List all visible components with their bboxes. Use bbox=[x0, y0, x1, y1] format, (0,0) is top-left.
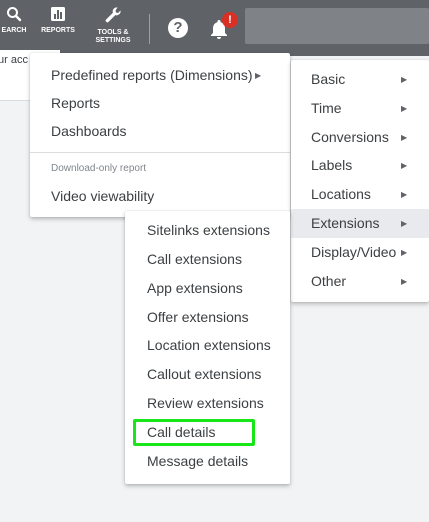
menu-item-message-details[interactable]: Message details bbox=[125, 447, 290, 476]
submenu-arrow-icon: ▶ bbox=[401, 133, 408, 142]
menu-item-label: Labels bbox=[311, 157, 353, 173]
menu-item-label: Review extensions bbox=[147, 395, 264, 411]
submenu-arrow-icon: ▶ bbox=[401, 219, 408, 228]
menu-item-label: Extensions bbox=[311, 215, 380, 231]
menu-item-label: Callout extensions bbox=[147, 366, 262, 382]
menu-item-label: App extensions bbox=[147, 280, 243, 296]
help-icon[interactable]: ? bbox=[168, 18, 188, 38]
menu-item-labels[interactable]: Labels ▶ bbox=[291, 151, 429, 180]
topbar-divider bbox=[149, 14, 150, 44]
reports-nav-button[interactable]: REPORTS bbox=[38, 6, 78, 35]
notification-badge: ! bbox=[222, 12, 238, 28]
search-nav-button[interactable]: EARCH bbox=[0, 6, 28, 35]
search-nav-label: EARCH bbox=[1, 27, 27, 34]
menu-item-other[interactable]: Other ▶ bbox=[291, 267, 429, 296]
menu-item-label: Call extensions bbox=[147, 251, 242, 267]
menu-item-label: Time bbox=[311, 100, 342, 116]
tools-settings-nav-button[interactable]: TOOLS & SETTINGS bbox=[90, 6, 136, 45]
menu-item-location-extensions[interactable]: Location extensions bbox=[125, 331, 290, 360]
submenu-arrow-icon: ▶ bbox=[401, 277, 408, 286]
top-navigation-bar: EARCH REPORTS TOOLS & SETTINGS ? ! bbox=[0, 0, 429, 56]
submenu-arrow-icon: ▶ bbox=[401, 161, 408, 170]
menu-item-predefined-reports[interactable]: Predefined reports (Dimensions) ▶ bbox=[30, 61, 290, 90]
menu-item-reports[interactable]: Reports bbox=[30, 89, 290, 118]
menu-item-basic[interactable]: Basic ▶ bbox=[291, 65, 429, 94]
menu-item-display-video[interactable]: Display/Video ▶ bbox=[291, 238, 429, 267]
submenu-arrow-icon: ▶ bbox=[401, 104, 408, 113]
menu-item-label: Reports bbox=[51, 95, 101, 111]
submenu-arrow-icon: ▶ bbox=[401, 190, 408, 199]
menu-item-label: Display/Video bbox=[311, 244, 397, 260]
menu-item-time[interactable]: Time ▶ bbox=[291, 94, 429, 123]
reports-icon bbox=[38, 6, 78, 25]
menu-item-offer-extensions[interactable]: Offer extensions bbox=[125, 303, 290, 332]
menu-item-call-details[interactable]: Call details bbox=[125, 418, 290, 447]
dimensions-submenu: Basic ▶ Time ▶ Conversions ▶ Labels ▶ Lo… bbox=[291, 60, 429, 302]
menu-item-label: Message details bbox=[147, 453, 249, 469]
menu-item-label: Dashboards bbox=[51, 123, 127, 139]
menu-item-label: Location extensions bbox=[147, 337, 271, 353]
menu-item-extensions[interactable]: Extensions ▶ bbox=[291, 209, 429, 238]
reports-nav-label: REPORTS bbox=[41, 27, 75, 34]
tools-nav-label-line1: TOOLS & bbox=[97, 29, 129, 36]
menu-item-callout-extensions[interactable]: Callout extensions bbox=[125, 360, 290, 389]
menu-item-dashboards[interactable]: Dashboards bbox=[30, 117, 290, 146]
menu-item-call-extensions[interactable]: Call extensions bbox=[125, 245, 290, 274]
menu-item-label: Predefined reports (Dimensions) bbox=[51, 67, 253, 83]
menu-item-locations[interactable]: Locations ▶ bbox=[291, 180, 429, 209]
submenu-arrow-icon: ▶ bbox=[401, 75, 408, 84]
account-info-blurred[interactable] bbox=[245, 8, 429, 44]
reports-menu: Predefined reports (Dimensions) ▶ Report… bbox=[30, 53, 290, 217]
search-icon bbox=[0, 6, 28, 25]
account-search-text: ur acc bbox=[0, 54, 28, 66]
menu-item-label: Video viewability bbox=[51, 188, 155, 204]
menu-item-review-extensions[interactable]: Review extensions bbox=[125, 389, 290, 418]
extensions-submenu: Sitelinks extensions Call extensions App… bbox=[125, 211, 290, 484]
download-only-section-label: Download-only report bbox=[51, 163, 147, 174]
menu-item-video-viewability[interactable]: Video viewability bbox=[30, 182, 290, 211]
submenu-arrow-icon: ▶ bbox=[255, 71, 262, 80]
menu-item-label: Locations bbox=[311, 186, 371, 202]
wrench-icon bbox=[90, 6, 136, 27]
menu-item-label: Conversions bbox=[311, 129, 389, 145]
menu-divider bbox=[30, 152, 290, 153]
menu-item-label: Other bbox=[311, 273, 347, 289]
menu-item-label: Basic bbox=[311, 71, 346, 87]
menu-item-conversions[interactable]: Conversions ▶ bbox=[291, 123, 429, 152]
menu-item-sitelinks-extensions[interactable]: Sitelinks extensions bbox=[125, 216, 290, 245]
menu-item-label: Call details bbox=[147, 424, 216, 440]
tools-nav-label-line2: SETTINGS bbox=[95, 37, 131, 44]
menu-item-app-extensions[interactable]: App extensions bbox=[125, 274, 290, 303]
submenu-arrow-icon: ▶ bbox=[401, 248, 408, 257]
menu-item-label: Sitelinks extensions bbox=[147, 222, 270, 238]
menu-item-label: Offer extensions bbox=[147, 309, 249, 325]
